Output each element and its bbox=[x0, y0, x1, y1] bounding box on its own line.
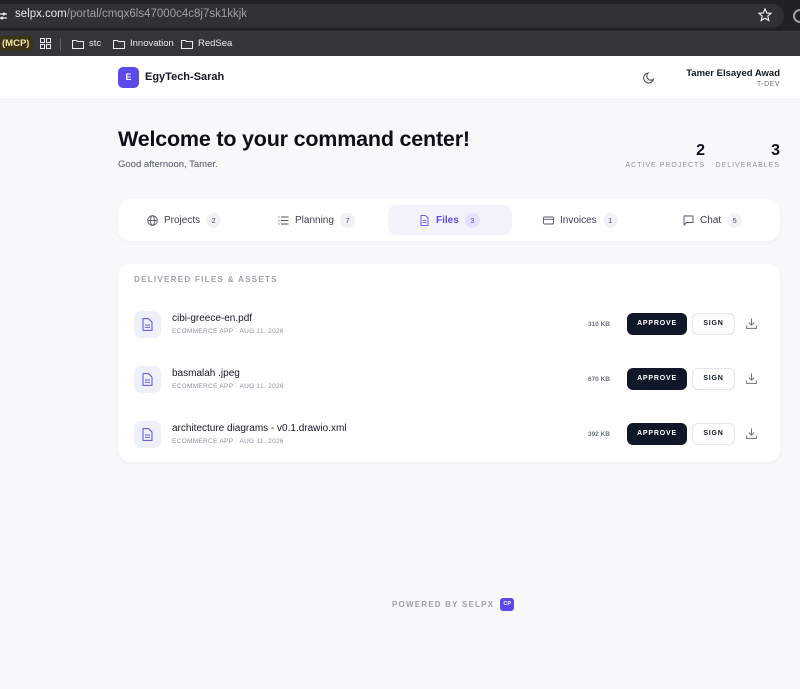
sign-button[interactable]: SIGN bbox=[692, 423, 735, 445]
powered-by-text[interactable]: POWERED BY SELPX bbox=[392, 600, 494, 609]
download-icon[interactable] bbox=[746, 318, 757, 329]
approve-button[interactable]: APPROVE bbox=[627, 423, 687, 445]
tab-count: 1 bbox=[602, 212, 618, 228]
bookmark-label: stc bbox=[89, 38, 102, 49]
file-size: 392 KB bbox=[587, 431, 610, 438]
file-icon bbox=[134, 421, 161, 448]
download-icon[interactable] bbox=[746, 373, 757, 384]
file-icon bbox=[134, 366, 161, 393]
sign-button[interactable]: SIGN bbox=[692, 368, 735, 390]
tab-label: Planning bbox=[295, 214, 334, 226]
tab-label: Projects bbox=[164, 214, 201, 226]
bookmark-mcp[interactable]: (MCP) bbox=[0, 36, 34, 51]
tab-chat[interactable]: Chat 5 bbox=[683, 205, 743, 235]
tab-invoices[interactable]: Invoices 1 bbox=[543, 205, 618, 235]
globe-icon bbox=[147, 214, 158, 226]
tab-count: 3 bbox=[464, 212, 480, 228]
file-row: basmalah .jpeg ECOMMERCE APP · AUG 11, 2… bbox=[118, 361, 780, 401]
browser-url-bar: selpx.com/portal/cmqx6ls47000c4c8j7sk1kk… bbox=[0, 0, 800, 31]
bookmark-innovation[interactable]: Innovation bbox=[113, 37, 174, 51]
file-icon bbox=[134, 311, 161, 338]
page-title: Welcome to your command center! bbox=[118, 127, 470, 151]
file-meta: ECOMMERCE APP · AUG 11, 2026 bbox=[172, 328, 284, 335]
document-icon bbox=[420, 214, 429, 226]
url-path: /portal/cmqx6ls47000c4c8j7sk1kkjk bbox=[66, 8, 248, 20]
approve-button[interactable]: APPROVE bbox=[627, 368, 687, 390]
sign-button[interactable]: SIGN bbox=[692, 313, 735, 335]
bookmarks-divider bbox=[60, 38, 61, 51]
file-name[interactable]: architecture diagrams - v0.1.drawio.xml bbox=[172, 423, 347, 434]
file-row: cibi-greece-en.pdf ECOMMERCE APP · AUG 1… bbox=[118, 306, 780, 346]
url-text[interactable]: selpx.com/portal/cmqx6ls47000c4c8j7sk1kk… bbox=[15, 8, 247, 20]
file-meta: ECOMMERCE APP · AUG 11, 2026 bbox=[172, 383, 284, 390]
user-role: T-DEV bbox=[756, 81, 780, 88]
bookmark-redsea[interactable]: RedSea bbox=[181, 37, 232, 51]
user-name[interactable]: Tamer Elsayed Awad bbox=[686, 68, 780, 79]
url-host: selpx.com bbox=[15, 8, 67, 20]
card-icon bbox=[543, 216, 554, 224]
folder-icon bbox=[181, 40, 193, 49]
app-header: E EgyTech-Sarah Tamer Elsayed Awad T-DEV bbox=[0, 56, 800, 100]
file-meta: ECOMMERCE APP · AUG 11, 2026 bbox=[172, 438, 284, 445]
brand-logo[interactable]: E bbox=[118, 67, 139, 88]
tab-count: 2 bbox=[206, 212, 222, 228]
stat-active-projects: 2 ACTIVE PROJECTS bbox=[625, 141, 705, 169]
folder-icon bbox=[113, 40, 125, 49]
profile-icon[interactable] bbox=[793, 9, 800, 23]
chat-icon bbox=[683, 215, 694, 225]
tab-projects[interactable]: Projects 2 bbox=[147, 205, 222, 235]
section-tabs: Projects 2 Planning 7 Files 3 Invoices 1 bbox=[118, 199, 780, 241]
tab-count: 5 bbox=[727, 212, 743, 228]
stat-label: DELIVERABLES bbox=[715, 162, 780, 169]
bookmark-label: Innovation bbox=[130, 38, 174, 49]
tab-label: Invoices bbox=[560, 214, 597, 226]
footer-logo[interactable]: CP bbox=[500, 598, 515, 611]
file-row: architecture diagrams - v0.1.drawio.xml … bbox=[118, 416, 780, 456]
site-settings-icon[interactable] bbox=[0, 11, 7, 21]
file-size: 670 KB bbox=[587, 376, 610, 383]
tab-label: Files bbox=[436, 214, 459, 226]
brand-name[interactable]: EgyTech-Sarah bbox=[145, 71, 224, 83]
folder-icon bbox=[72, 40, 84, 49]
apps-grid-icon[interactable] bbox=[40, 38, 51, 49]
approve-button[interactable]: APPROVE bbox=[627, 313, 687, 335]
list-icon bbox=[278, 216, 289, 224]
file-size: 310 KB bbox=[587, 321, 610, 328]
file-name[interactable]: basmalah .jpeg bbox=[172, 368, 240, 379]
footer: POWERED BY SELPX CP bbox=[392, 598, 515, 611]
stat-value: 3 bbox=[771, 142, 780, 159]
section-title: DELIVERED FILES & ASSETS bbox=[134, 275, 278, 284]
bookmark-label: RedSea bbox=[198, 38, 233, 49]
bookmarks-bar: (MCP) stc Innovation RedSea bbox=[0, 31, 800, 56]
file-name[interactable]: cibi-greece-en.pdf bbox=[172, 313, 252, 324]
stat-value: 2 bbox=[696, 142, 705, 159]
bookmark-stc[interactable]: stc bbox=[72, 37, 101, 51]
tab-files[interactable]: Files 3 bbox=[388, 205, 512, 235]
tab-planning[interactable]: Planning 7 bbox=[278, 205, 355, 235]
delivered-files-card: DELIVERED FILES & ASSETS cibi-greece-en.… bbox=[118, 264, 780, 462]
stat-deliverables: 3 DELIVERABLES bbox=[715, 141, 780, 169]
download-icon[interactable] bbox=[746, 428, 757, 439]
stat-label: ACTIVE PROJECTS bbox=[625, 162, 705, 169]
tab-count: 7 bbox=[339, 212, 355, 228]
moon-icon[interactable] bbox=[643, 71, 656, 84]
bookmark-star-icon[interactable] bbox=[758, 8, 772, 22]
tab-label: Chat bbox=[700, 214, 722, 226]
greeting-text: Good afternoon, Tamer. bbox=[118, 159, 218, 170]
